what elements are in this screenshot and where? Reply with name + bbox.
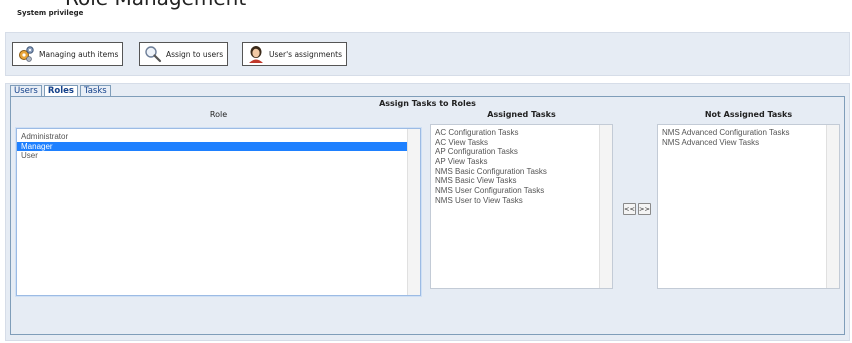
role-option-administrator[interactable]: Administrator xyxy=(17,132,420,142)
roles-panel: Users Roles Tasks Assign Tasks to Roles … xyxy=(5,83,850,341)
move-right-button[interactable]: >> xyxy=(638,203,651,215)
role-listbox[interactable]: Administrator Manager User xyxy=(16,128,421,296)
assigned-tasks-header: Assigned Tasks xyxy=(487,110,556,119)
managing-auth-items-label: Managing auth items xyxy=(39,49,119,59)
not-assigned-tasks-scrollbar[interactable] xyxy=(826,125,839,288)
toolbar: Managing auth items Assign to users User… xyxy=(5,32,850,76)
assigned-tasks-scrollbar[interactable] xyxy=(599,125,612,288)
not-assigned-task-option[interactable]: NMS Advanced View Tasks xyxy=(658,138,839,148)
magnifier-icon xyxy=(144,45,162,63)
not-assigned-tasks-listbox[interactable]: NMS Advanced Configuration Tasks NMS Adv… xyxy=(657,124,840,289)
role-listbox-scrollbar[interactable] xyxy=(407,129,420,295)
cropped-page-heading: Role Management xyxy=(65,0,246,8)
tab-content: Assign Tasks to Roles Role Assigned Task… xyxy=(10,96,845,335)
managing-auth-items-button[interactable]: Managing auth items xyxy=(12,42,124,66)
assigned-task-option[interactable]: AC View Tasks xyxy=(431,138,612,148)
assigned-task-option[interactable]: NMS User Configuration Tasks xyxy=(431,186,612,196)
not-assigned-task-options: NMS Advanced Configuration Tasks NMS Adv… xyxy=(658,125,839,147)
assign-to-users-button[interactable]: Assign to users xyxy=(139,42,229,66)
move-left-button[interactable]: << xyxy=(623,203,636,215)
assigned-tasks-listbox[interactable]: AC Configuration Tasks AC View Tasks AP … xyxy=(430,124,613,289)
role-option-manager[interactable]: Manager xyxy=(17,141,414,152)
not-assigned-tasks-header: Not Assigned Tasks xyxy=(704,110,793,119)
page-title: System privilege xyxy=(17,9,84,17)
not-assigned-task-option[interactable]: NMS Advanced Configuration Tasks xyxy=(658,128,839,138)
assigned-task-option[interactable]: NMS User to View Tasks xyxy=(431,196,612,206)
assigned-task-option[interactable]: NMS Basic Configuration Tasks xyxy=(431,167,612,177)
gears-icon xyxy=(17,45,35,63)
assign-to-users-label: Assign to users xyxy=(166,49,224,59)
role-options: Administrator Manager User xyxy=(17,129,420,161)
user-avatar-icon xyxy=(247,45,265,63)
assigned-task-option[interactable]: AP Configuration Tasks xyxy=(431,147,612,157)
assigned-task-option[interactable]: AC Configuration Tasks xyxy=(431,128,612,138)
role-header: Role xyxy=(209,110,228,119)
assigned-task-option[interactable]: AP View Tasks xyxy=(431,157,612,167)
assigned-task-options: AC Configuration Tasks AC View Tasks AP … xyxy=(431,125,612,206)
role-option-user[interactable]: User xyxy=(17,151,420,161)
users-assignments-label: User's assignments xyxy=(269,49,342,59)
assigned-task-option[interactable]: NMS Basic View Tasks xyxy=(431,176,612,186)
assign-title: Assign Tasks to Roles xyxy=(379,99,476,108)
users-assignments-button[interactable]: User's assignments xyxy=(242,42,347,66)
